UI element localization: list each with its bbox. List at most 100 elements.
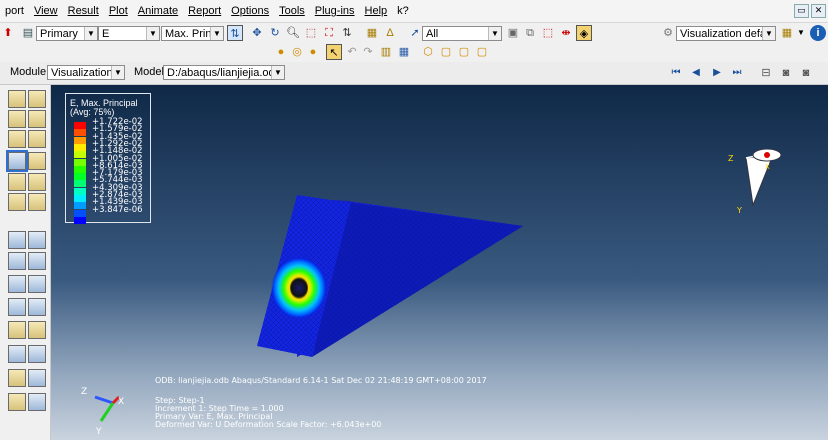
model-select[interactable]: D:/abaqus/lianjiejia.odb ▼ xyxy=(163,65,285,80)
menu-label: Tools xyxy=(279,5,305,17)
connector-part[interactable] xyxy=(257,195,523,357)
context-help-button[interactable]: k? xyxy=(392,0,414,22)
query-information-icon[interactable] xyxy=(8,393,26,411)
create-xy-data-icon[interactable] xyxy=(8,275,26,293)
plot-deformed-icon[interactable] xyxy=(28,90,46,108)
menu-result[interactable]: Result xyxy=(63,0,104,22)
table-icon[interactable]: ▦ xyxy=(396,44,412,60)
auto-fit-icon[interactable]: ⛶ xyxy=(321,25,337,41)
symbol-options-icon[interactable] xyxy=(8,173,26,191)
iso-view-icon[interactable]: ⬡ xyxy=(420,44,436,60)
field-output-icon[interactable]: ⬆ xyxy=(0,25,16,41)
menu-label: Result xyxy=(67,5,99,17)
menu-label: Animate xyxy=(137,5,179,17)
shaded-icon[interactable]: ● xyxy=(305,44,321,60)
animate-time-history-icon[interactable] xyxy=(28,231,46,249)
view-cut-manager-icon[interactable] xyxy=(28,321,46,339)
selection-options-icon[interactable]: ⇼ xyxy=(558,25,574,41)
replace-selected-icon[interactable] xyxy=(8,369,26,387)
plot-symbols-icon[interactable] xyxy=(28,110,46,128)
movie-icon[interactable]: ◙ xyxy=(798,65,814,81)
previous-frame-icon[interactable]: ◀ xyxy=(688,65,704,81)
chevron-down-icon[interactable]: ▼ xyxy=(793,25,809,41)
animation-options-icon[interactable] xyxy=(8,252,26,270)
front-view-icon[interactable]: ▢ xyxy=(438,44,454,60)
magnify-icon[interactable]: 🔍︎ xyxy=(285,25,301,41)
module-select[interactable]: Visualization ▼ xyxy=(47,65,125,80)
menu-report2[interactable]: Report xyxy=(183,0,226,22)
create-view-cut-icon[interactable] xyxy=(8,321,26,339)
animate-harmonic-icon[interactable] xyxy=(28,252,46,270)
sync-options-icon[interactable]: ⇅ xyxy=(227,25,243,41)
menu-help[interactable]: Help xyxy=(360,0,393,22)
xy-data-manager-icon[interactable] xyxy=(28,275,46,293)
pan-icon[interactable]: ✥ xyxy=(249,25,265,41)
info-icon[interactable]: i xyxy=(810,25,826,41)
rotate-icon[interactable]: ↻ xyxy=(267,25,283,41)
display-group-icon[interactable]: Δ xyxy=(382,25,398,41)
triad-origin-marker xyxy=(764,152,770,158)
wireframe-icon[interactable]: ◎ xyxy=(289,44,305,60)
menu-plot[interactable]: Plot xyxy=(104,0,133,22)
create-path-icon[interactable] xyxy=(8,298,26,316)
close-window-icon[interactable]: ✕ xyxy=(811,4,826,18)
menu-report[interactable]: port xyxy=(0,0,29,22)
field-variable-value: E xyxy=(102,28,110,40)
select-pointer-icon[interactable]: ➚ xyxy=(407,25,423,41)
report-field-output-icon[interactable] xyxy=(28,393,46,411)
invariant-select[interactable]: Max. Principal▼ xyxy=(161,26,224,41)
undo-icon[interactable]: ↶ xyxy=(344,44,360,60)
common-options-icon[interactable]: ↖ xyxy=(326,44,342,60)
display-group-manager-icon[interactable] xyxy=(28,345,46,363)
visualization-defaults-select[interactable]: Visualization defaults ▼ xyxy=(676,26,776,41)
chevron-down-icon: ▼ xyxy=(271,66,284,79)
view-options-icon[interactable]: ▥ xyxy=(378,44,394,60)
menu-options[interactable]: Options xyxy=(226,0,274,22)
copy-icon[interactable]: ⧉ xyxy=(522,25,538,41)
orientation-options-icon[interactable] xyxy=(28,173,46,191)
selection-filter-select[interactable]: All ▼ xyxy=(422,26,502,41)
drag-select-icon[interactable]: ⬚ xyxy=(540,25,556,41)
deformed-options-icon[interactable] xyxy=(28,152,46,170)
field-variable-select[interactable]: E ▼ xyxy=(98,26,160,41)
visualization-defaults-icon[interactable]: ⚙ xyxy=(660,25,676,41)
plot-contour-icon[interactable] xyxy=(8,110,26,128)
odb-info-line: ODB: lianjiejia.odb Abaqus/Standard 6.14… xyxy=(155,376,487,385)
side-view-icon[interactable]: ▢ xyxy=(474,44,490,60)
remove-selected-icon[interactable] xyxy=(28,369,46,387)
output-type-select[interactable]: Primary ▼ xyxy=(36,26,98,41)
plot-material-orientation-icon[interactable] xyxy=(8,130,26,148)
contour-options-icon[interactable] xyxy=(6,150,28,172)
plot-xy-icon[interactable] xyxy=(28,298,46,316)
query-icon[interactable]: ▦ xyxy=(364,25,380,41)
box-zoom-icon[interactable]: ⬚ xyxy=(303,25,319,41)
render-style-icon[interactable]: ◈ xyxy=(576,25,592,41)
select-options-icon[interactable]: ▣ xyxy=(505,25,521,41)
global-y-label: Y xyxy=(95,427,102,437)
menu-plugins[interactable]: Plug-ins xyxy=(310,0,360,22)
menu-tools[interactable]: Tools xyxy=(274,0,310,22)
last-frame-icon[interactable]: ⏭ xyxy=(729,65,745,81)
menu-animate[interactable]: Animate xyxy=(133,0,183,22)
toolbar-row-1: ⬆ ▤ Primary▼ E▼ Max. Principal▼ ⇅ ✥ ↻ 🔍︎… xyxy=(0,23,828,43)
viewport[interactable]: E, Max. Principal (Avg: 75%) +1.722e-02 +… xyxy=(51,85,828,440)
camera-icon[interactable]: ◙ xyxy=(778,65,794,81)
first-frame-icon[interactable]: ⏮ xyxy=(668,65,684,81)
step-frame-icon[interactable]: ▤ xyxy=(20,25,36,41)
menu-view[interactable]: View xyxy=(29,0,63,22)
play-icon[interactable]: ▶ xyxy=(709,65,725,81)
animate-scale-factor-icon[interactable] xyxy=(8,231,26,249)
render-model-icon[interactable]: ● xyxy=(273,44,289,60)
plot-undeformed-icon[interactable] xyxy=(8,90,26,108)
cycle-views-icon[interactable]: ⇅ xyxy=(339,25,355,41)
create-display-group-icon[interactable] xyxy=(8,345,26,363)
frame-selector-icon[interactable]: ⊟ xyxy=(758,65,774,81)
chevron-down-icon: ▼ xyxy=(111,66,124,79)
redo-icon[interactable]: ↷ xyxy=(360,44,376,60)
ply-stack-icon[interactable] xyxy=(8,193,26,211)
restore-window-icon[interactable]: ▭ xyxy=(794,4,809,18)
superimpose-options-icon[interactable] xyxy=(28,193,46,211)
top-view-icon[interactable]: ▢ xyxy=(456,44,472,60)
allow-multiple-plots-icon[interactable] xyxy=(28,130,46,148)
menu-label: Report xyxy=(188,5,222,17)
